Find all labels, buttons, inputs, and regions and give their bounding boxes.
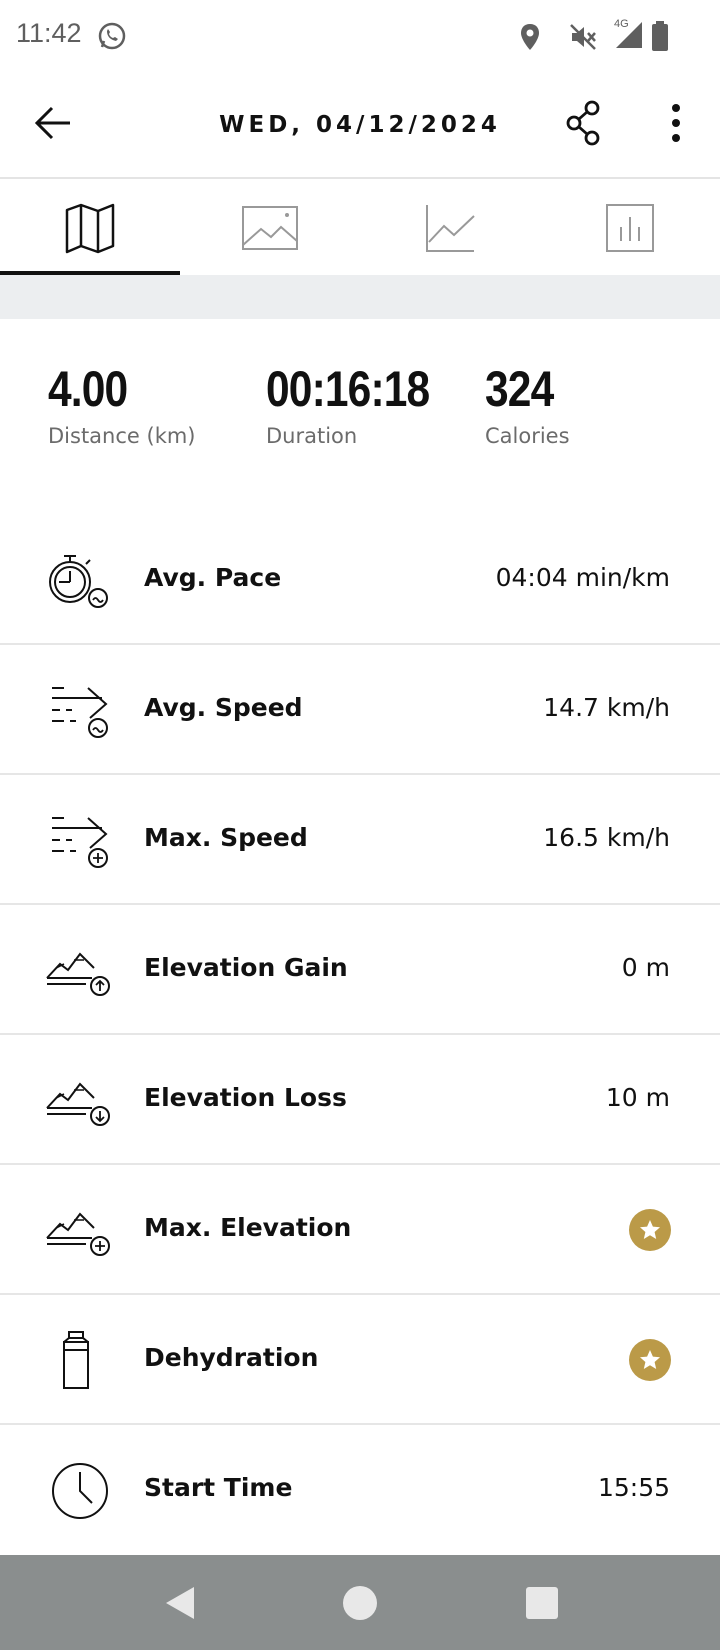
metric-value: 10 m: [605, 1083, 670, 1112]
metric-row-avg-pace[interactable]: Avg. Pace 04:04 min/km: [0, 515, 720, 645]
distance-label: Distance (km): [48, 424, 196, 448]
elevation-gain-icon: [46, 952, 110, 996]
metric-row-avg-speed[interactable]: Avg. Speed 14.7 km/h: [0, 645, 720, 775]
more-vertical-icon[interactable]: [654, 98, 698, 148]
battery-icon: [652, 21, 668, 51]
star-icon: [640, 1220, 660, 1239]
summary-distance: 4.00 Distance (km): [48, 360, 196, 448]
summary-calories: 324 Calories: [485, 360, 570, 448]
duration-value: 00:16:18: [266, 361, 430, 417]
metric-label: Elevation Loss: [144, 1083, 347, 1112]
elevation-max-icon: [46, 1212, 110, 1256]
nav-recents-icon[interactable]: [522, 1583, 562, 1623]
clock-icon: [52, 1463, 108, 1519]
system-nav-bar: [0, 1555, 720, 1650]
status-bar: 11:42 4G: [0, 0, 720, 74]
elevation-loss-icon: [46, 1082, 110, 1126]
metric-label: Elevation Gain: [144, 953, 348, 982]
image-icon: [242, 205, 298, 250]
bar-chart-icon: [606, 203, 654, 252]
calories-label: Calories: [485, 424, 570, 448]
tab-stats[interactable]: [540, 180, 720, 275]
metric-value: 15:55: [597, 1473, 670, 1502]
nav-back-icon[interactable]: [160, 1583, 200, 1623]
calories-value: 324: [485, 361, 554, 417]
line-chart-icon: [426, 204, 475, 252]
map-preview-strip: [0, 275, 720, 319]
metric-label: Dehydration: [144, 1343, 319, 1372]
star-icon: [640, 1350, 660, 1369]
page-title: WED, 04/12/2024: [219, 112, 501, 138]
tab-map[interactable]: [0, 180, 180, 275]
share-icon[interactable]: [560, 98, 610, 148]
signal-4g-icon: 4G: [614, 18, 644, 50]
metric-value: 16.5 km/h: [543, 823, 670, 852]
metric-label: Max. Speed: [144, 823, 308, 852]
premium-badge[interactable]: [629, 1339, 671, 1381]
mute-icon: [570, 24, 596, 50]
metric-row-elevation-loss[interactable]: Elevation Loss 10 m: [0, 1035, 720, 1165]
metric-row-max-speed[interactable]: Max. Speed 16.5 km/h: [0, 775, 720, 905]
metric-label: Max. Elevation: [144, 1213, 352, 1242]
bottle-icon: [63, 1331, 89, 1389]
status-time: 11:42: [16, 18, 82, 48]
metric-value: 0 m: [621, 953, 670, 982]
tab-graphs[interactable]: [360, 180, 540, 275]
speed-average-icon: [52, 687, 108, 738]
metric-value: 14.7 km/h: [543, 693, 670, 722]
back-arrow-icon[interactable]: [30, 98, 80, 148]
nav-home-icon[interactable]: [340, 1583, 380, 1623]
metric-value: 04:04 min/km: [495, 563, 670, 592]
metric-label: Avg. Pace: [144, 563, 282, 592]
metric-row-elevation-gain[interactable]: Elevation Gain 0 m: [0, 905, 720, 1035]
metric-row-dehydration[interactable]: Dehydration: [0, 1295, 720, 1425]
metrics-list: Avg. Pace 04:04 min/km Avg. Speed 14.7 k…: [0, 515, 720, 1555]
metric-label: Avg. Speed: [144, 693, 303, 722]
summary-duration: 00:16:18 Duration: [266, 360, 458, 448]
metric-row-max-elevation[interactable]: Max. Elevation: [0, 1165, 720, 1295]
tab-bar: [0, 180, 720, 275]
metric-row-start-time[interactable]: Start Time 15:55: [0, 1425, 720, 1555]
network-type-label: 4G: [614, 18, 629, 30]
map-icon: [65, 203, 115, 253]
location-icon: [521, 24, 539, 50]
duration-label: Duration: [266, 424, 358, 448]
distance-value: 4.00: [48, 361, 128, 417]
activity-summary: 4.00 Distance (km) 00:16:18 Duration 324…: [0, 360, 720, 480]
whatsapp-icon: [98, 22, 126, 50]
stopwatch-pace-icon: [49, 555, 108, 608]
premium-badge[interactable]: [629, 1209, 671, 1251]
metric-label: Start Time: [144, 1473, 293, 1502]
app-bar: WED, 04/12/2024: [0, 74, 720, 179]
speed-max-icon: [52, 817, 108, 868]
tab-photos[interactable]: [180, 180, 360, 275]
